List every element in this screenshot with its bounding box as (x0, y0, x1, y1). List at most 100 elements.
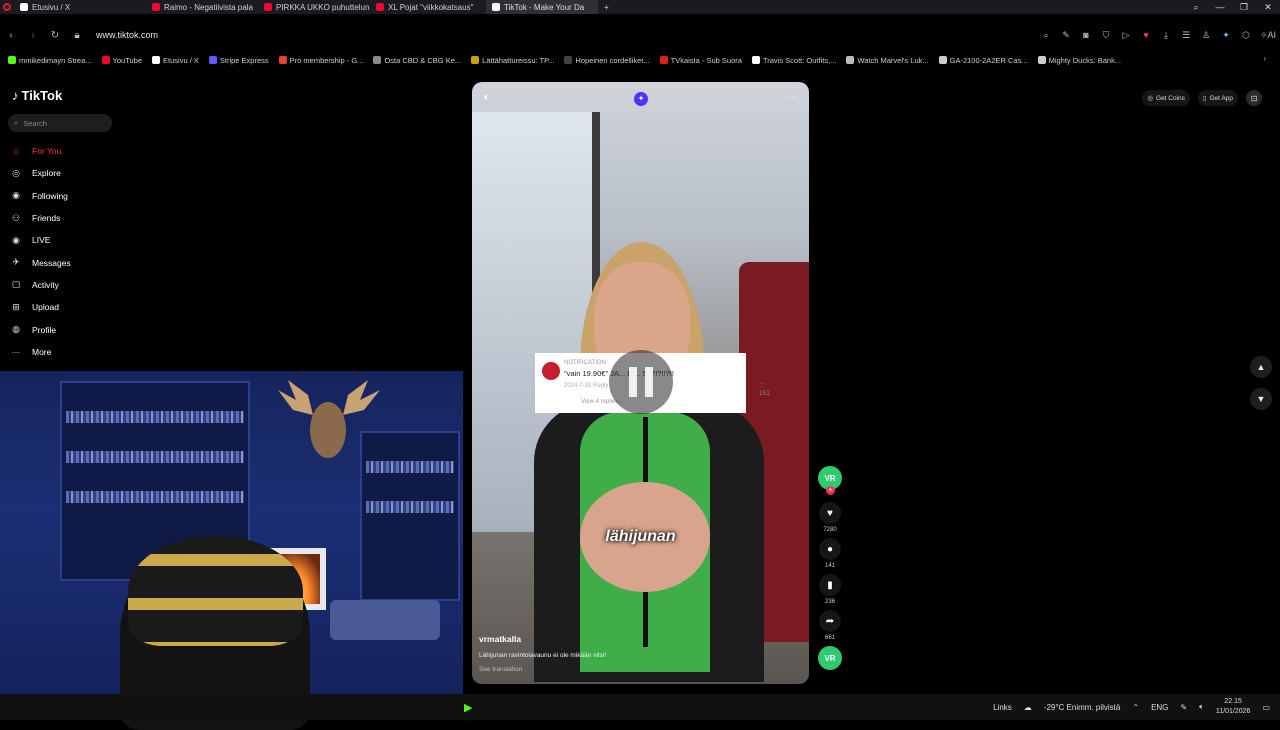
sidebar-item-friends[interactable]: ⚇ Friends (10, 207, 71, 229)
tab-tiktok[interactable]: TikTok - Make Your Da (486, 0, 598, 14)
save-button[interactable]: ▮ 236 (815, 574, 845, 607)
effect-icon[interactable]: ✦ (634, 92, 648, 106)
bookmark-item[interactable]: GA-2100-2A2ER Cas... (938, 56, 1028, 65)
sidebar-item-activity[interactable]: ▢ Activity (10, 274, 71, 296)
download-icon[interactable]: ⤓ (1156, 30, 1176, 41)
play-icon[interactable]: ▷ (1116, 30, 1136, 41)
cube-icon[interactable]: ⬡ (1236, 30, 1256, 41)
bookmark-item[interactable]: TVkaista - Sub Suora (659, 55, 742, 65)
camera-icon[interactable]: ◙ (1076, 30, 1096, 40)
search-tabs-icon[interactable]: ⌕ (1184, 0, 1208, 14)
clock[interactable]: 22.15 11/01/2026 (1216, 697, 1251, 717)
close-icon[interactable]: ✕ (1256, 0, 1280, 14)
kick-app-icon[interactable]: ▶ (464, 701, 472, 714)
minimize-icon[interactable]: — (1208, 0, 1232, 14)
bookmark-item[interactable]: Etusivu / X (152, 56, 199, 65)
top-right-actions: ◎ Get Coins ▯ Get App ⊡ (1142, 90, 1262, 106)
pen-icon[interactable]: ✎ (1180, 703, 1187, 712)
tab-etusivu-x[interactable]: Etusivu / X (14, 0, 146, 14)
bookmark-item[interactable]: YouTube (101, 56, 142, 65)
bookmark-item[interactable]: Osta CBD & CBG Ke... (373, 56, 461, 65)
tray-chevron-icon[interactable]: ⌃ (1132, 703, 1139, 712)
restore-icon[interactable]: ❐ (1232, 0, 1256, 14)
bookmark-favicon-icon (471, 56, 480, 64)
share-button[interactable]: ➦ 661 (815, 610, 845, 643)
more-options-icon[interactable]: ··· (788, 92, 798, 103)
pause-button[interactable] (609, 350, 673, 414)
get-coins-button[interactable]: ◎ Get Coins (1142, 90, 1190, 106)
like-button[interactable]: ♥ 7280 (815, 502, 845, 535)
easy-setup-icon[interactable]: ☰ (1176, 30, 1196, 41)
links-toolbar[interactable]: Links (993, 703, 1012, 712)
tab-xl-pojat[interactable]: XL Pojat "viikkokatsaus" (370, 0, 486, 14)
sound-avatar-button[interactable]: VR (815, 646, 845, 670)
video-player[interactable]: 🔈︎ ✦ ··· NOTIFICATION "vain 19.90€" JA..… (472, 82, 809, 684)
url-input[interactable]: www.tiktok.com (96, 30, 158, 40)
next-video-button[interactable]: ▼ (1250, 388, 1272, 410)
get-coins-label: Get Coins (1156, 94, 1185, 102)
reload-icon[interactable]: ↻ (44, 30, 66, 41)
ai-icon[interactable]: ✧AI (1256, 30, 1280, 41)
back-arrow-icon[interactable]: ‹ (0, 30, 22, 41)
get-app-button[interactable]: ▯ Get App (1197, 90, 1238, 106)
more-icon: ··· (11, 346, 21, 357)
sidebar-item-following[interactable]: ◉ Following (10, 185, 71, 207)
bookmark-favicon-icon (208, 56, 217, 64)
sound-disc-icon: VR (818, 646, 842, 670)
bookmark-label: Lättähattureissu: TP... (482, 55, 555, 65)
sidebar-item-messages[interactable]: ✈ Messages (10, 251, 71, 273)
beanie (128, 536, 303, 646)
bookmark-item[interactable]: Travis Scott: Outfits,... (751, 56, 836, 65)
video-progress-bar[interactable] (472, 682, 809, 684)
previous-video-button[interactable]: ▲ (1250, 356, 1272, 378)
profile-icon[interactable]: ♙ (1196, 30, 1216, 41)
video-author[interactable]: vrmatkalla (479, 634, 521, 644)
comment-button[interactable]: ● 141 (815, 538, 845, 571)
bookmark-item[interactable]: mmikedimayn Strea... (8, 56, 92, 65)
bookmark-item[interactable]: Stripe Express (208, 56, 269, 65)
bookmark-item[interactable]: Lättähattureissu: TP... (471, 56, 554, 65)
opera-logo-icon[interactable] (0, 3, 14, 11)
sidebar-item-profile[interactable]: ◍ Profile (10, 318, 71, 340)
heart-icon[interactable]: ♥ (1136, 30, 1156, 40)
volume-tray-icon[interactable]: 🔈︎ (1199, 702, 1204, 712)
x-favicon-icon (20, 3, 28, 11)
tiktok-logo[interactable]: ♪ TikTok (12, 88, 62, 103)
bookmark-item[interactable]: Pro membership - G... (278, 55, 364, 65)
edit-icon[interactable]: ✎ (1056, 30, 1076, 41)
language-indicator[interactable]: ENG (1151, 703, 1168, 712)
chair (330, 600, 440, 640)
windows-taskbar: ▶ Links ☁ -29°C Enimm. pilvistä ⌃ ENG ✎ … (0, 694, 1280, 720)
notifications-icon[interactable]: ▭ (1262, 703, 1270, 712)
sidebar-item-explore[interactable]: ◎ Explore (10, 162, 71, 184)
bookmarks-overflow-icon[interactable]: › (1263, 54, 1266, 63)
see-translation-link[interactable]: See translation (479, 666, 522, 673)
pause-bar-icon (645, 367, 653, 397)
sidebar-item-upload[interactable]: ⊞ Upload (10, 296, 71, 318)
zoom-icon[interactable]: ⌕ (1036, 30, 1056, 41)
bookmark-label: Pro membership - G... (289, 55, 364, 65)
tab-raimo[interactable]: Raimo - Negatiivista pala (146, 0, 258, 14)
follow-plus-icon[interactable]: + (826, 486, 835, 495)
pc-app-icon[interactable]: ⊡ (1246, 90, 1262, 106)
upload-icon: ⊞ (12, 301, 20, 312)
sidebar-item-live[interactable]: ◉ LIVE (10, 229, 71, 251)
search-input[interactable]: ⌕ Search (8, 114, 112, 132)
sidebar-item-for-you[interactable]: ⌂ For You (10, 140, 71, 162)
weather-text[interactable]: -29°C Enimm. pilvistä (1044, 703, 1121, 712)
creator-avatar-button[interactable]: VR + (815, 466, 845, 495)
tab-pirkka-ukko[interactable]: PIRKKA UKKO puhuttelun (258, 0, 370, 14)
bookmark-item[interactable]: Hopeinen cordelliket... (564, 56, 650, 65)
forward-arrow-icon[interactable]: › (22, 30, 44, 41)
bookmark-item[interactable]: Watch Marvel's Luk... (846, 56, 929, 65)
bookmark-label: TVkaista - Sub Suora (670, 55, 742, 65)
volume-icon[interactable]: 🔈︎ (484, 92, 490, 103)
sidebar-item-label: Upload (32, 302, 59, 313)
sidebar-item-more[interactable]: ··· More (10, 341, 71, 363)
lock-icon: 🔒︎ (74, 29, 80, 41)
bookmark-item[interactable]: Mighty Ducks: Bank... (1037, 56, 1121, 65)
tab-label: Raimo - Negatiivista pala (164, 2, 253, 12)
aria-icon[interactable]: ✦ (1216, 30, 1236, 41)
new-tab-button[interactable]: + (598, 0, 616, 14)
shield-icon[interactable]: ⛉ (1096, 30, 1116, 41)
